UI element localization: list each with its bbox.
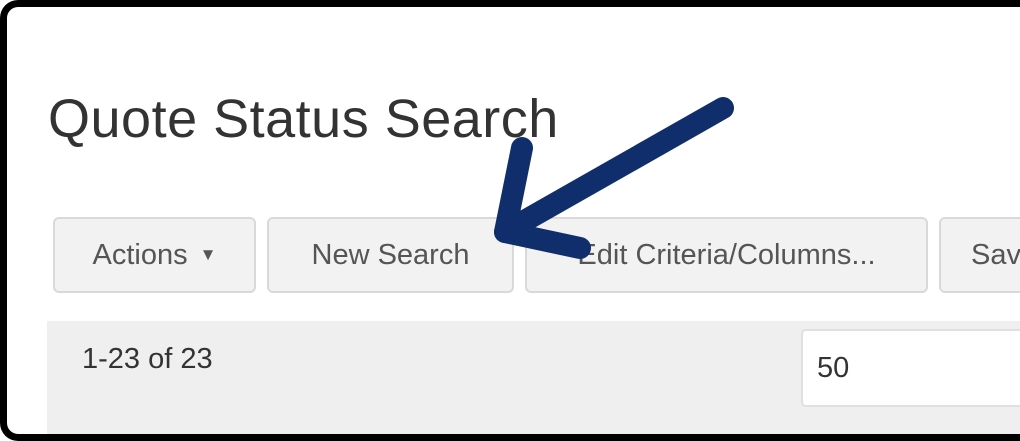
search-toolbar: Actions ▼ New Search Edit Criteria/Colum… xyxy=(53,217,1020,293)
screenshot-frame: Quote Status Search Actions ▼ New Search… xyxy=(0,0,1020,441)
results-bar: 1-23 of 23 50 xyxy=(47,321,1020,434)
actions-button-label: Actions xyxy=(92,238,188,271)
new-search-button-label: New Search xyxy=(311,238,470,271)
edit-criteria-button-label: Edit Criteria/Columns... xyxy=(577,238,876,271)
page-size-select[interactable]: 50 xyxy=(801,329,1020,407)
results-count: 1-23 of 23 xyxy=(82,343,213,375)
actions-button[interactable]: Actions ▼ xyxy=(53,217,256,293)
edit-criteria-columns-button[interactable]: Edit Criteria/Columns... xyxy=(525,217,928,293)
save-button-label: Sav xyxy=(971,238,1020,271)
new-search-button[interactable]: New Search xyxy=(267,217,514,293)
page-title: Quote Status Search xyxy=(48,89,559,149)
page-size-value: 50 xyxy=(817,351,850,384)
caret-down-icon: ▼ xyxy=(199,245,217,264)
save-button[interactable]: Sav xyxy=(939,217,1020,293)
